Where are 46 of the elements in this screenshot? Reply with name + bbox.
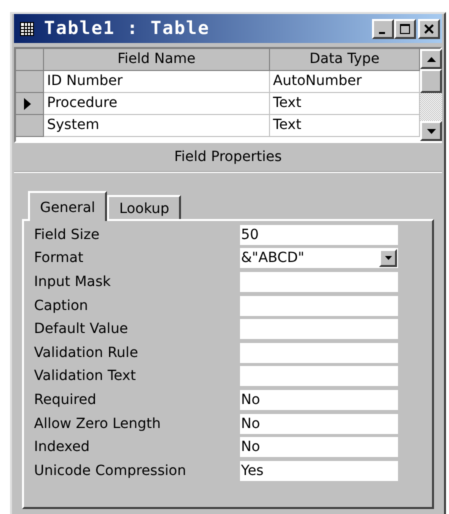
table-icon (20, 22, 34, 36)
up-arrow-icon (426, 56, 436, 62)
scroll-thumb[interactable] (420, 69, 442, 93)
input-field[interactable]: 50 (240, 224, 398, 245)
maximize-icon (400, 24, 410, 34)
property-label: Input Mask (34, 274, 111, 290)
property-label: Format (34, 250, 84, 266)
property-label: Validation Rule (34, 344, 138, 361)
input-field[interactable]: Yes (240, 460, 398, 481)
property-label: Allow Zero Length (34, 416, 161, 432)
dropdown-button[interactable] (379, 249, 397, 268)
section-heading: Field Properties (14, 143, 442, 173)
input-field[interactable]: No (240, 390, 398, 410)
input-field[interactable] (240, 296, 398, 316)
close-icon (424, 24, 434, 34)
minimize-icon (378, 32, 384, 34)
input-field[interactable] (240, 342, 398, 363)
window-title: Table1 : Table (44, 18, 211, 39)
vertical-scrollbar[interactable] (420, 49, 442, 141)
property-label: Field Size (34, 226, 100, 243)
property-label: Caption (34, 298, 88, 314)
down-arrow-icon (426, 128, 436, 134)
property-label: Default Value (34, 321, 128, 338)
input-field[interactable]: No (240, 437, 398, 458)
property-label: Indexed (34, 439, 90, 456)
property-label: Required (34, 392, 96, 408)
table-cell[interactable]: Procedure (44, 93, 270, 115)
input-field[interactable] (240, 366, 398, 386)
input-field[interactable] (240, 272, 398, 292)
column-header[interactable]: Data Type (270, 49, 420, 71)
table-cell[interactable]: System (44, 115, 270, 137)
current-row-icon (24, 98, 31, 110)
column-header[interactable]: Field Name (44, 49, 270, 71)
input-field[interactable]: No (240, 414, 398, 434)
table-cell[interactable]: ID Number (44, 71, 270, 93)
maximize-button[interactable] (394, 18, 416, 38)
row-selector[interactable] (16, 93, 44, 115)
input-field[interactable] (240, 319, 398, 340)
minimize-button[interactable] (372, 18, 394, 38)
property-label: Validation Text (34, 368, 136, 384)
tab[interactable]: General (28, 191, 108, 221)
property-label: Unicode Compression (34, 462, 186, 479)
caret-icon (384, 256, 392, 260)
dropdown-field[interactable]: &"ABCD" (240, 248, 398, 268)
close-button[interactable] (418, 18, 440, 38)
tab[interactable]: Lookup (107, 195, 182, 219)
